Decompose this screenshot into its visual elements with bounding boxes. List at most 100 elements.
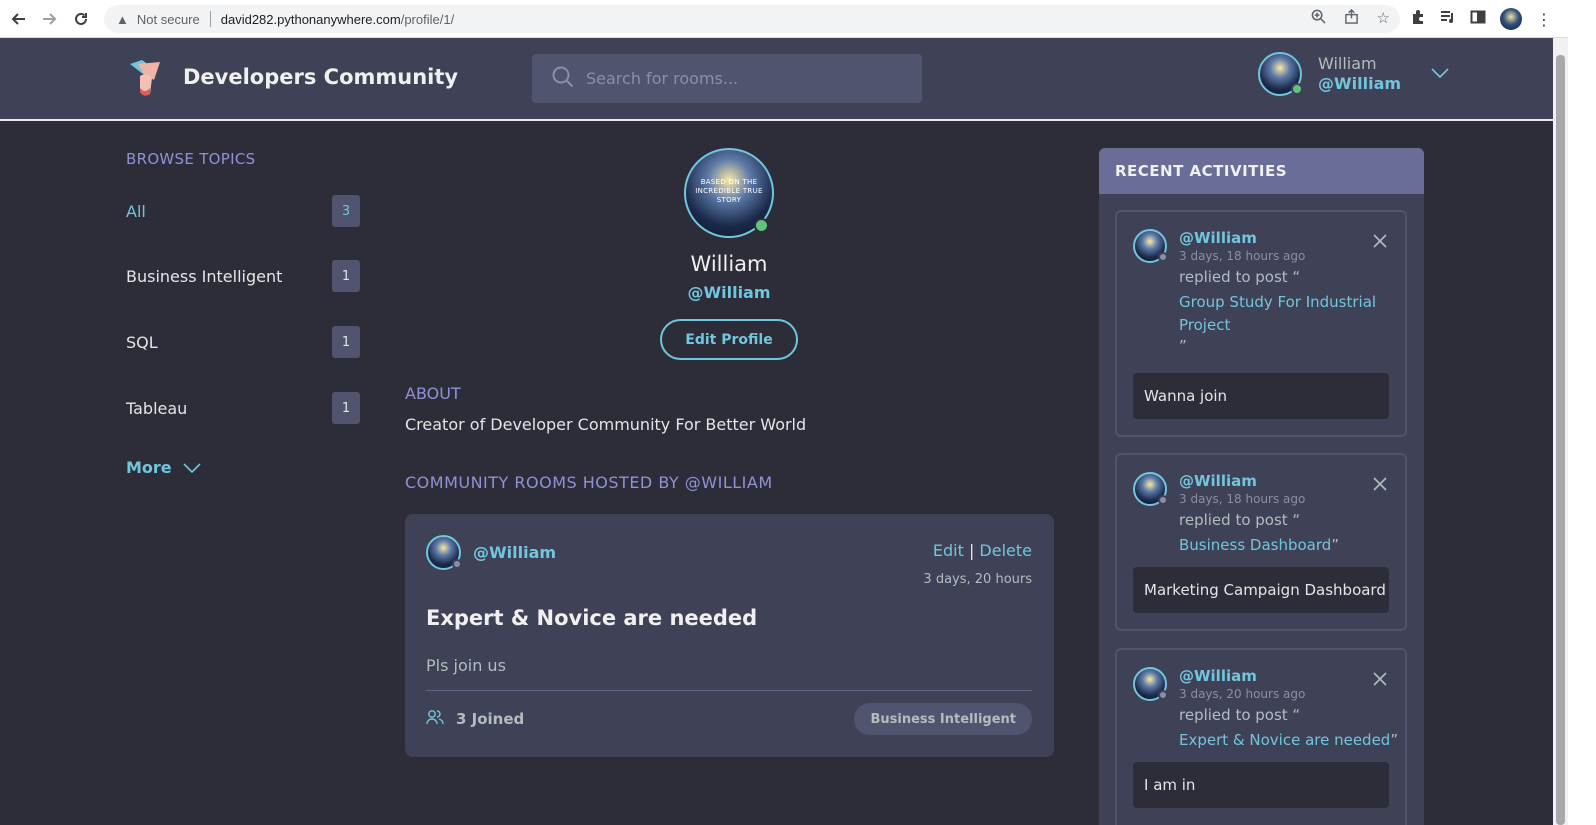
profile-avatar: BASED ON THE INCREDIBLE TRUE STORY xyxy=(684,148,774,238)
media-icon[interactable] xyxy=(1440,9,1456,29)
activity-close-quote: ” xyxy=(1179,337,1187,355)
room-title[interactable]: Expert & Novice are needed xyxy=(426,606,757,630)
search-icon xyxy=(552,66,574,92)
activity-time: 3 days, 18 hours ago xyxy=(1179,249,1306,263)
edit-profile-button[interactable]: Edit Profile xyxy=(660,319,798,360)
avatar[interactable] xyxy=(1133,667,1168,701)
topic-item-tableau[interactable]: Tableau 1 xyxy=(126,391,360,425)
room-card[interactable]: @William Edit | Delete 3 days, 20 hours … xyxy=(405,514,1054,757)
more-topics-link[interactable]: More xyxy=(126,458,201,477)
activity-close-quote: ” xyxy=(1390,731,1399,749)
not-secure-label: Not secure xyxy=(136,11,200,27)
room-actions-separator: | xyxy=(968,541,975,560)
topic-label: SQL xyxy=(126,332,158,352)
avatar[interactable] xyxy=(1258,52,1303,96)
room-joined-count: 3 Joined xyxy=(456,710,525,728)
activity-action: replied to post “ xyxy=(1179,706,1301,724)
url-path: /profile/1/ xyxy=(400,11,455,27)
users-icon xyxy=(426,709,444,729)
activity-message: Marketing Campaign Dashboard xyxy=(1133,567,1389,613)
topic-label: Tableau xyxy=(126,398,188,418)
search-bar[interactable] xyxy=(532,54,922,103)
topic-item-business-intelligent[interactable]: Business Intelligent 1 xyxy=(126,259,360,293)
status-indicator xyxy=(1158,690,1168,700)
close-icon[interactable] xyxy=(1373,670,1387,691)
activity-handle[interactable]: @William xyxy=(1179,472,1257,490)
avatar[interactable] xyxy=(1133,229,1168,263)
topic-count: 3 xyxy=(332,195,360,227)
browser-toolbar: ▲ Not secure david282.pythonanywhere.com… xyxy=(0,0,1596,38)
extensions-icon[interactable] xyxy=(1410,9,1426,29)
status-indicator xyxy=(1158,495,1168,505)
chevron-down-icon[interactable] xyxy=(1431,66,1449,82)
menu-icon[interactable]: ⋮ xyxy=(1536,10,1552,29)
profile-avatar-text: BASED ON THE INCREDIBLE TRUE STORY xyxy=(695,178,763,204)
avatar[interactable] xyxy=(1133,472,1168,506)
address-bar[interactable]: ▲ Not secure david282.pythonanywhere.com… xyxy=(104,5,1400,33)
warning-icon: ▲ xyxy=(116,11,129,27)
address-bar-actions: ☆ xyxy=(1311,8,1390,28)
topic-label: Business Intelligent xyxy=(126,266,283,286)
star-icon[interactable]: ☆ xyxy=(1377,9,1390,28)
chevron-down-icon xyxy=(183,458,201,477)
back-icon[interactable] xyxy=(8,8,30,30)
close-icon[interactable] xyxy=(1373,232,1387,253)
sidepanel-icon[interactable] xyxy=(1470,9,1486,29)
zoom-icon[interactable] xyxy=(1311,9,1326,28)
url-host: david282.pythonanywhere.com xyxy=(220,11,401,27)
room-delete-link[interactable]: Delete xyxy=(979,541,1032,560)
close-icon[interactable] xyxy=(1373,475,1387,496)
brand-name[interactable]: Developers Community xyxy=(183,65,458,89)
activity-close-quote: ” xyxy=(1331,536,1340,554)
activity-time: 3 days, 18 hours ago xyxy=(1179,492,1306,506)
activity-message: Wanna join xyxy=(1133,373,1389,419)
status-indicator xyxy=(1158,252,1168,262)
app-header: Developers Community William @William xyxy=(0,38,1553,121)
reload-icon[interactable] xyxy=(70,8,92,30)
activity-post-title: Expert & Novice are needed xyxy=(1179,731,1391,749)
activity-item: @William 3 days, 20 hours ago replied to… xyxy=(1115,648,1407,825)
topic-label: All xyxy=(126,201,146,221)
activity-item: @William 3 days, 18 hours ago replied to… xyxy=(1115,210,1407,437)
header-user-names: William @William xyxy=(1318,54,1401,94)
room-description: Pls join us xyxy=(426,656,506,675)
activity-time: 3 days, 20 hours ago xyxy=(1179,687,1306,701)
topic-count: 1 xyxy=(332,392,360,424)
extension-toolbar: ⋮ xyxy=(1410,8,1552,30)
about-text: Creator of Developer Community For Bette… xyxy=(405,415,807,434)
room-topic-badge[interactable]: Business Intelligent xyxy=(854,703,1032,735)
activity-action: replied to post “ xyxy=(1179,268,1301,286)
activity-post-link[interactable]: Expert & Novice are needed” xyxy=(1179,729,1419,752)
address-separator xyxy=(209,11,211,27)
activity-message: I am in xyxy=(1133,762,1389,808)
header-user-menu[interactable]: William @William xyxy=(1258,52,1449,96)
recent-activities-panel: RECENT ACTIVITIES @William 3 days, 18 ho… xyxy=(1099,148,1424,825)
forward-icon[interactable] xyxy=(38,8,60,30)
logo-icon[interactable] xyxy=(126,58,164,98)
rooms-heading: COMMUNITY ROOMS HOSTED BY @WILLIAM xyxy=(405,473,773,492)
browser-profile-avatar[interactable] xyxy=(1500,8,1522,30)
topic-item-all[interactable]: All 3 xyxy=(126,194,360,228)
room-edit-link[interactable]: Edit xyxy=(933,541,964,560)
search-input[interactable] xyxy=(586,69,906,88)
window-edge xyxy=(1568,0,1596,825)
activity-post-title: Business Dashboard xyxy=(1179,536,1332,554)
topic-count: 1 xyxy=(332,260,360,292)
room-actions: Edit | Delete xyxy=(933,541,1032,560)
scrollbar-thumb[interactable] xyxy=(1556,55,1565,825)
activity-post-link[interactable]: Group Study For Industrial Project xyxy=(1179,291,1389,337)
room-host[interactable]: @William xyxy=(426,535,556,570)
share-icon[interactable] xyxy=(1344,8,1359,28)
status-indicator xyxy=(452,559,462,569)
room-time: 3 days, 20 hours xyxy=(923,572,1032,587)
topic-item-sql[interactable]: SQL 1 xyxy=(126,325,360,359)
activity-handle[interactable]: @William xyxy=(1179,229,1257,247)
activity-handle[interactable]: @William xyxy=(1179,667,1257,685)
header-user-handle: @William xyxy=(1318,74,1402,93)
activity-post-link[interactable]: Business Dashboard” xyxy=(1179,534,1389,557)
header-user-name: William xyxy=(1318,54,1377,73)
online-indicator xyxy=(1291,83,1303,95)
more-label: More xyxy=(126,458,172,477)
about-heading: ABOUT xyxy=(405,384,461,403)
room-divider xyxy=(426,690,1032,691)
